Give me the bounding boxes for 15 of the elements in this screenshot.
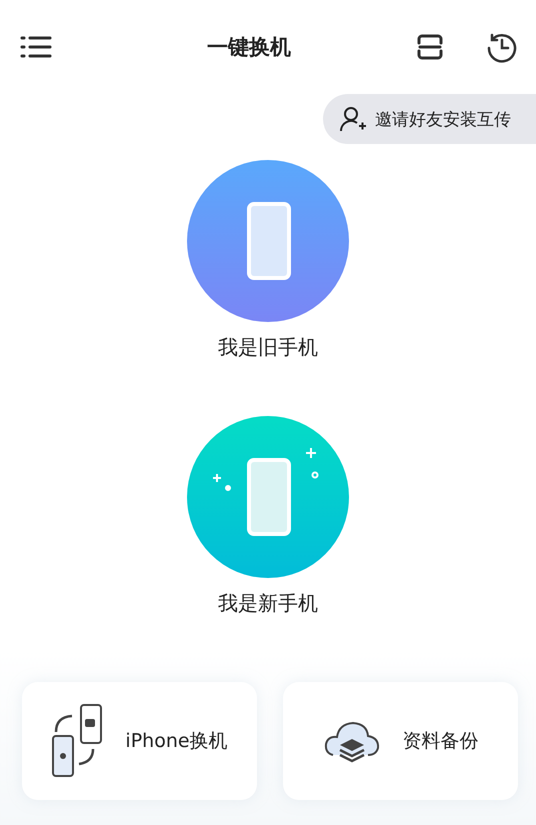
invite-friends-button[interactable]: 邀请好友安装互传 [323, 94, 536, 144]
history-icon [486, 31, 518, 63]
scan-icon [416, 33, 444, 61]
phone-transfer-card[interactable]: iPhone换机 [22, 682, 257, 800]
menu-icon [20, 35, 52, 59]
page-title: 一键换机 [206, 34, 292, 61]
scan-button[interactable] [416, 33, 444, 61]
role-label: 我是新手机 [218, 590, 318, 617]
cloud-layers-icon [322, 719, 380, 763]
menu-button[interactable] [20, 35, 52, 59]
backup-card[interactable]: 资料备份 [283, 682, 518, 800]
phone-swap-icon [51, 704, 104, 778]
role-label: 我是旧手机 [218, 334, 318, 361]
history-button[interactable] [486, 31, 518, 63]
add-user-icon [339, 105, 367, 133]
